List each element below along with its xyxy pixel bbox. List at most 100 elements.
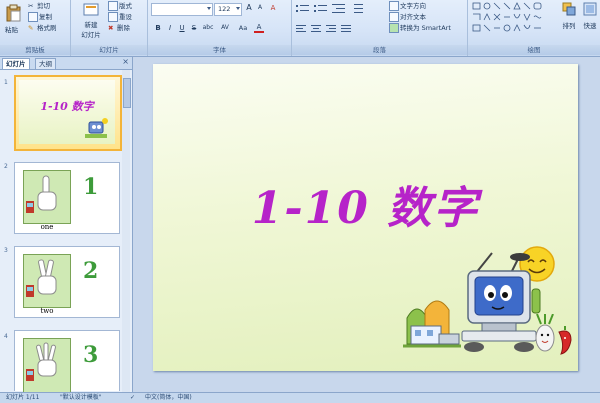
chevron-down-icon bbox=[236, 7, 240, 10]
scissors-icon: ✂ bbox=[28, 2, 34, 10]
layout-label: 版式 bbox=[119, 2, 132, 10]
italic-button[interactable]: I bbox=[165, 23, 175, 33]
paste-label: 粘贴 bbox=[5, 26, 18, 34]
slide-word: two bbox=[40, 307, 54, 315]
slide-thumbnail-2[interactable]: one 1 bbox=[14, 162, 120, 234]
clipboard-group-label: 剪贴板 bbox=[0, 45, 70, 55]
smartart-button[interactable]: 转换为 SmartArt bbox=[389, 22, 451, 33]
cut-label: 剪切 bbox=[37, 2, 50, 10]
new-slide-label-2: 幻灯片 bbox=[81, 31, 101, 39]
strikethrough-button[interactable]: S bbox=[189, 23, 199, 33]
tab-outline[interactable]: 大纲 bbox=[35, 58, 56, 69]
delete-icon: ✖ bbox=[108, 24, 114, 32]
digit-glyph: 1 bbox=[83, 174, 99, 200]
format-painter-button[interactable]: ✎ 格式刷 bbox=[28, 22, 57, 32]
quick-styles-label: 快速 bbox=[583, 22, 597, 30]
chevron-down-icon bbox=[207, 7, 211, 10]
smartart-label: 转换为 SmartArt bbox=[400, 24, 451, 32]
thumbnail-number: 4 bbox=[4, 333, 8, 340]
font-name-combo[interactable] bbox=[151, 3, 213, 16]
slide-thumbnail-4[interactable]: 3 bbox=[14, 330, 120, 392]
status-bar: 幻灯片 1/11 "默认设计模板" ✓ 中文(简体，中国) bbox=[0, 392, 600, 403]
thumbnail-number: 2 bbox=[4, 163, 8, 170]
paragraph-group: 文字方向 对齐文本 转换为 SmartArt 段落 bbox=[292, 0, 468, 56]
phone-icon bbox=[26, 201, 34, 213]
close-icon[interactable]: × bbox=[122, 57, 129, 66]
thumbnail-number: 1 bbox=[4, 79, 8, 86]
shadow-button[interactable]: abc bbox=[201, 23, 215, 33]
building-icon bbox=[403, 300, 461, 348]
thumbnail-title: 1-10 数字 bbox=[40, 100, 94, 113]
font-size-value: 122 bbox=[218, 5, 231, 13]
paste-button[interactable]: 粘贴 bbox=[3, 2, 25, 40]
change-case-button[interactable]: Aa bbox=[236, 23, 250, 33]
quick-styles-button[interactable]: 快速 bbox=[580, 2, 600, 40]
cut-button[interactable]: ✂ 剪切 bbox=[28, 0, 50, 10]
underline-button[interactable]: U bbox=[177, 23, 187, 33]
align-text-label: 对齐文本 bbox=[400, 13, 426, 21]
delete-label: 删除 bbox=[117, 24, 130, 32]
arrange-button[interactable]: 排列 bbox=[560, 2, 578, 40]
numbering-icon[interactable] bbox=[314, 4, 328, 14]
ribbon: 粘贴 ✂ 剪切 复制 ✎ 格式刷 剪贴板 新建 幻灯片 版式 重设 ✖ 删除 幻… bbox=[0, 0, 600, 57]
copy-icon bbox=[28, 12, 38, 22]
reset-icon bbox=[108, 12, 118, 22]
slide-editing-area: 1-10 数字 bbox=[133, 57, 600, 392]
align-left-icon[interactable] bbox=[296, 24, 366, 34]
align-text-icon bbox=[389, 12, 399, 22]
hand-two-icon bbox=[37, 259, 57, 295]
slide-canvas[interactable]: 1-10 数字 bbox=[153, 64, 578, 371]
font-group: 122 A A A B I U S abc AV Aa A 字体 bbox=[148, 0, 292, 56]
text-direction-button[interactable]: 文字方向 bbox=[389, 0, 426, 11]
new-slide-label: 新建 bbox=[84, 21, 98, 29]
panel-scrollbar[interactable] bbox=[122, 70, 131, 392]
digit-glyph: 3 bbox=[83, 342, 99, 368]
slide-word: one bbox=[40, 223, 54, 231]
font-size-combo[interactable]: 122 bbox=[214, 3, 242, 16]
slide-title[interactable]: 1-10 数字 bbox=[153, 172, 578, 236]
copy-label: 复制 bbox=[39, 13, 52, 21]
align-text-button[interactable]: 对齐文本 bbox=[389, 11, 426, 22]
arrange-icon bbox=[562, 2, 576, 16]
radish-character-icon bbox=[535, 314, 555, 352]
robot-icon bbox=[85, 118, 108, 138]
reset-label: 重设 bbox=[119, 13, 132, 21]
tab-slides[interactable]: 幻灯片 bbox=[2, 58, 30, 69]
shapes-gallery-icon[interactable] bbox=[472, 2, 557, 36]
clear-format-button[interactable]: A bbox=[268, 3, 278, 13]
drawing-group-label: 绘图 bbox=[468, 45, 600, 55]
grow-font-button[interactable]: A bbox=[244, 3, 254, 13]
phone-icon bbox=[26, 285, 34, 297]
phone-icon bbox=[26, 369, 34, 381]
delete-slide-button[interactable]: ✖ 删除 bbox=[108, 22, 130, 32]
slides-group-label: 幻灯片 bbox=[71, 45, 147, 55]
hand-three-icon bbox=[36, 342, 57, 377]
thumbnail-canvas: one 1 bbox=[19, 166, 115, 231]
thumbnail-canvas: two 2 bbox=[19, 250, 115, 315]
text-direction-icon bbox=[389, 1, 399, 11]
indent-icon[interactable] bbox=[332, 4, 346, 14]
thumbnail-canvas: 1-10 数字 bbox=[19, 80, 115, 144]
layout-button[interactable]: 版式 bbox=[108, 0, 132, 11]
scrollbar-thumb[interactable] bbox=[123, 78, 131, 108]
reset-button[interactable]: 重设 bbox=[108, 11, 132, 22]
format-painter-label: 格式刷 bbox=[37, 24, 57, 32]
quick-styles-icon bbox=[583, 2, 597, 16]
slide-thumbnail-panel: 幻灯片 大纲 × 1 1-10 数字 2 one 1 3 two 2 4 3 bbox=[0, 57, 133, 392]
slide-thumbnail-1[interactable]: 1-10 数字 bbox=[14, 75, 122, 151]
font-color-button[interactable]: A bbox=[254, 23, 264, 33]
paintbrush-icon: ✎ bbox=[28, 24, 34, 32]
font-group-label: 字体 bbox=[148, 45, 291, 55]
copy-button[interactable]: 复制 bbox=[28, 11, 52, 22]
line-spacing-icon[interactable] bbox=[350, 4, 364, 14]
char-spacing-button[interactable]: AV bbox=[218, 23, 232, 33]
bullets-icon[interactable] bbox=[296, 4, 310, 14]
new-slide-button[interactable]: 新建 幻灯片 bbox=[76, 2, 106, 40]
panel-tabs: 幻灯片 大纲 × bbox=[0, 57, 132, 70]
smartart-icon bbox=[389, 23, 399, 33]
shrink-font-button[interactable]: A bbox=[255, 3, 265, 13]
thumbnail-number: 3 bbox=[4, 247, 8, 254]
bold-button[interactable]: B bbox=[153, 23, 163, 33]
slide-thumbnail-3[interactable]: two 2 bbox=[14, 246, 120, 318]
thumbnail-canvas: 3 bbox=[19, 334, 115, 392]
